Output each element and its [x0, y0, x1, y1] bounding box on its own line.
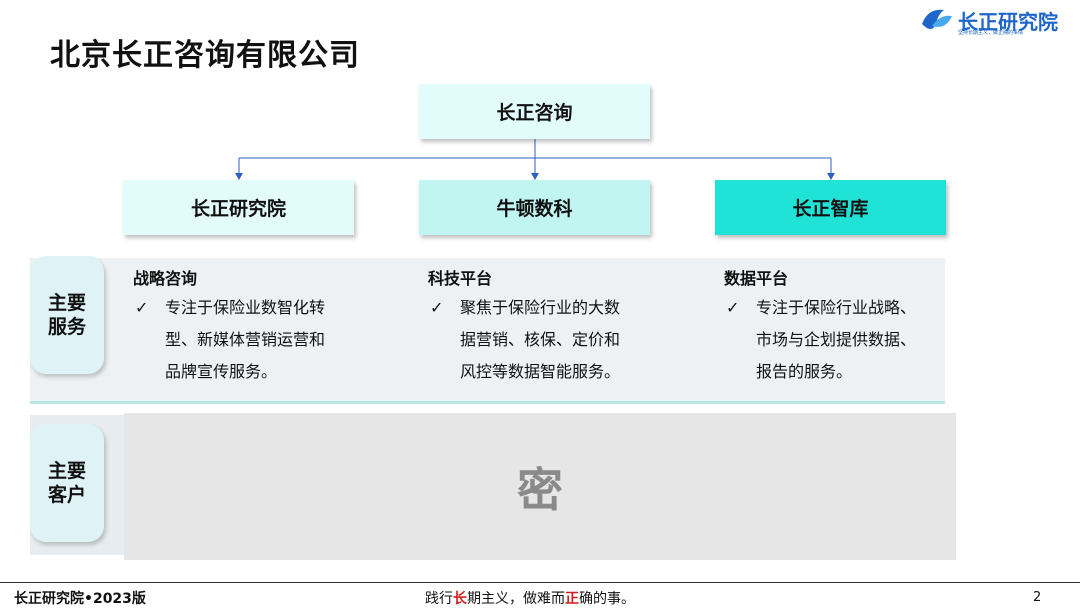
logo-icon: [922, 9, 952, 29]
service-line: 据营销、核保、定价和: [460, 330, 621, 349]
service-heading: 战略咨询: [133, 269, 198, 288]
page-number: 2: [1033, 590, 1042, 605]
redacted-customers: 密: [124, 413, 956, 560]
check-icon: ✓: [430, 298, 444, 317]
check-icon: ✓: [726, 298, 740, 317]
footer-slogan: 践行长期主义，做难而正确的事。: [425, 591, 635, 607]
service-heading: 数据平台: [724, 269, 789, 288]
logo: 长正研究院 坚持长期主义，做正确的事情: [918, 2, 1068, 40]
logo-tagline: 坚持长期主义，做正确的事情: [958, 30, 1024, 36]
org-child-box: 长正智库: [715, 180, 946, 235]
org-root-box: 长正咨询: [419, 84, 650, 139]
service-column: 科技平台 ✓ 聚焦于保险行业的大数 据营销、核保、定价和 风控等数据智能服务。: [428, 266, 658, 388]
service-line: 报告的服务。: [756, 362, 853, 381]
org-child-box: 长正研究院: [123, 180, 354, 235]
footer-divider: [0, 582, 1080, 583]
service-line: 品牌宣传服务。: [165, 362, 278, 381]
service-line: 专注于保险业数智化转: [165, 298, 326, 317]
service-line: 市场与企划提供数据、: [756, 330, 917, 349]
services-row-label: 主要 服务: [30, 256, 104, 374]
check-icon: ✓: [135, 298, 149, 317]
service-line: 风控等数据智能服务。: [460, 362, 621, 381]
page-title: 北京长正咨询有限公司: [50, 38, 360, 73]
service-column: 战略咨询 ✓ 专注于保险业数智化转 型、新媒体营销运营和 品牌宣传服务。: [133, 266, 363, 388]
customers-row-label: 主要 客户: [30, 424, 104, 542]
service-line: 型、新媒体营销运营和: [165, 330, 326, 349]
footer-brand: 长正研究院•2023版: [14, 591, 146, 607]
service-line: 专注于保险行业战略、: [756, 298, 917, 317]
org-child-box: 牛顿数科: [419, 180, 650, 235]
service-line: 聚焦于保险行业的大数: [460, 298, 621, 317]
service-column: 数据平台 ✓ 专注于保险行业战略、 市场与企划提供数据、 报告的服务。: [724, 266, 954, 388]
service-heading: 科技平台: [428, 269, 493, 288]
